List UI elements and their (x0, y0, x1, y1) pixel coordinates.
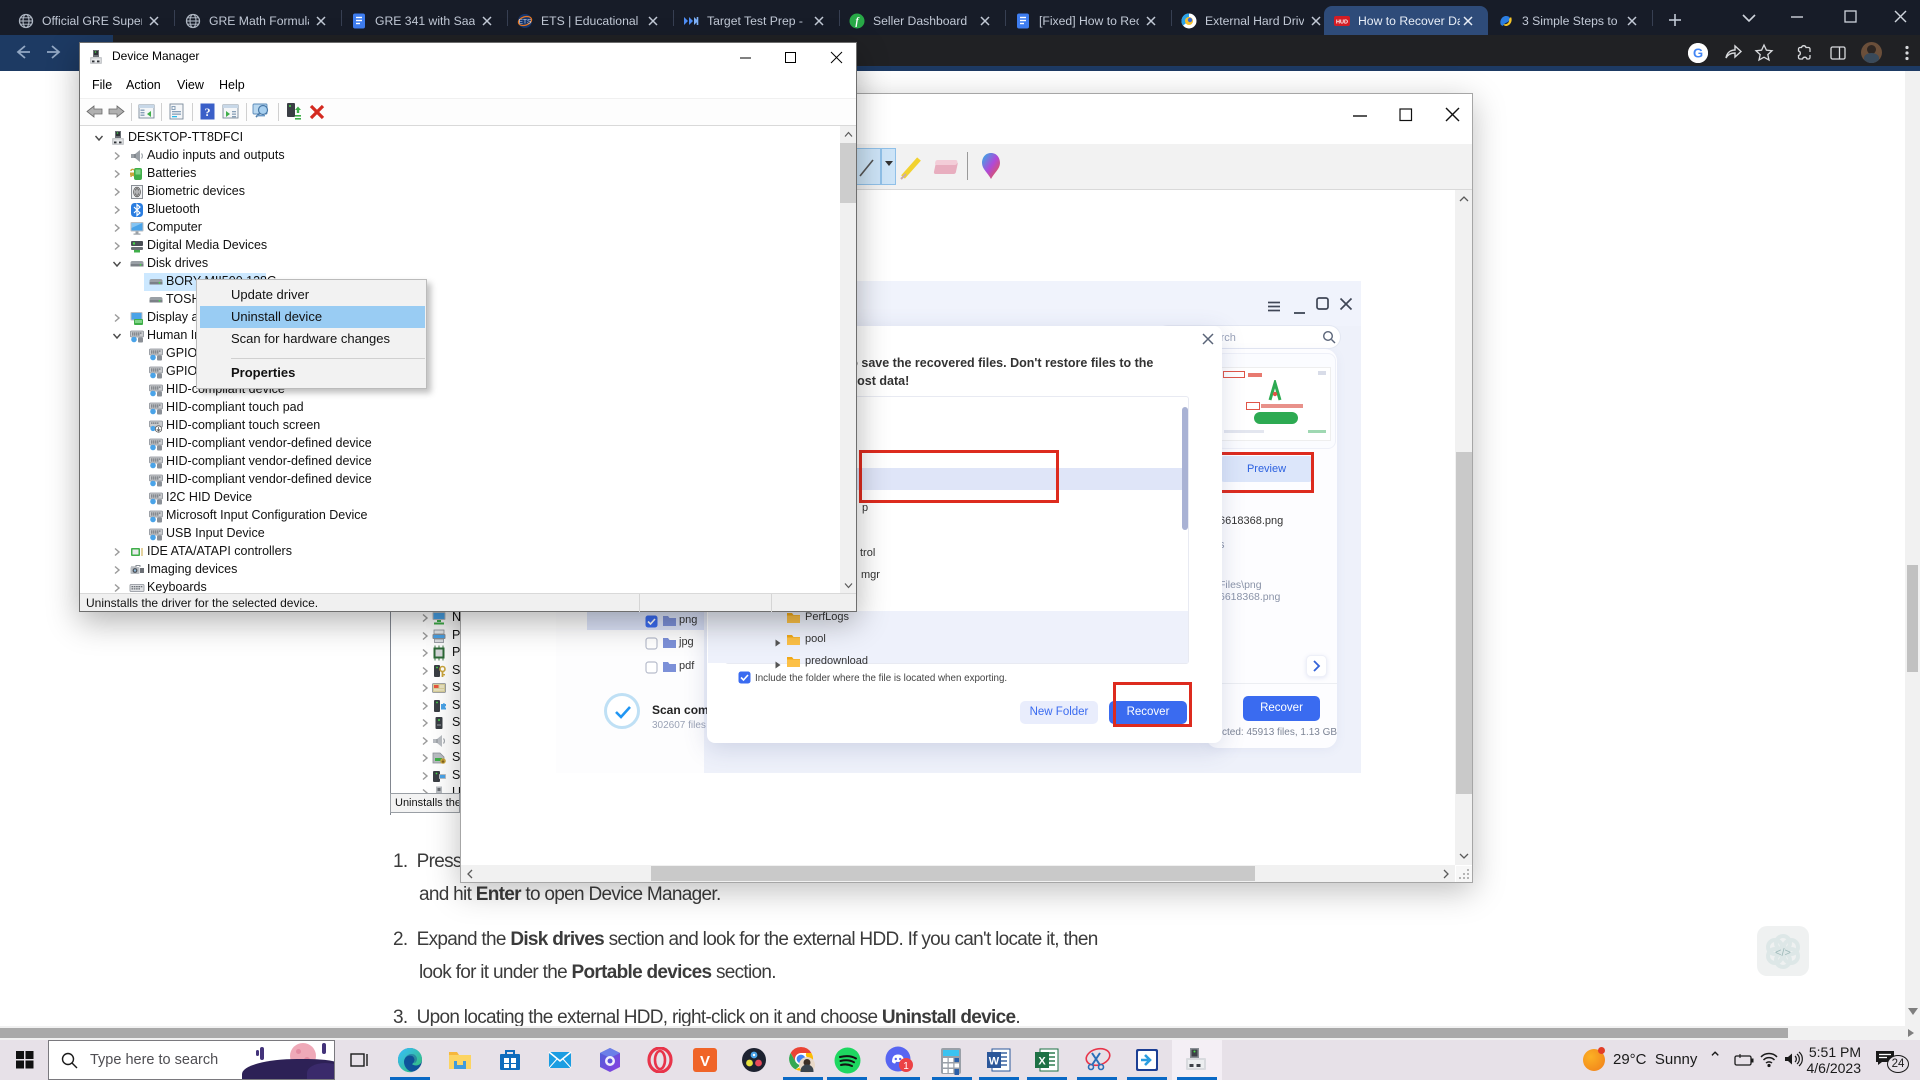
svg-text:V: V (699, 1053, 709, 1070)
svg-text:1: 1 (903, 1061, 909, 1072)
svg-text:</>: </> (1775, 947, 1791, 959)
svg-text:X: X (1038, 1056, 1046, 1068)
svg-text:HUD: HUD (1336, 20, 1348, 26)
svg-text:?: ? (205, 105, 211, 119)
svg-text:ETS: ETS (519, 19, 532, 26)
svg-text:W: W (988, 1056, 999, 1068)
svg-text:G: G (1693, 46, 1703, 61)
